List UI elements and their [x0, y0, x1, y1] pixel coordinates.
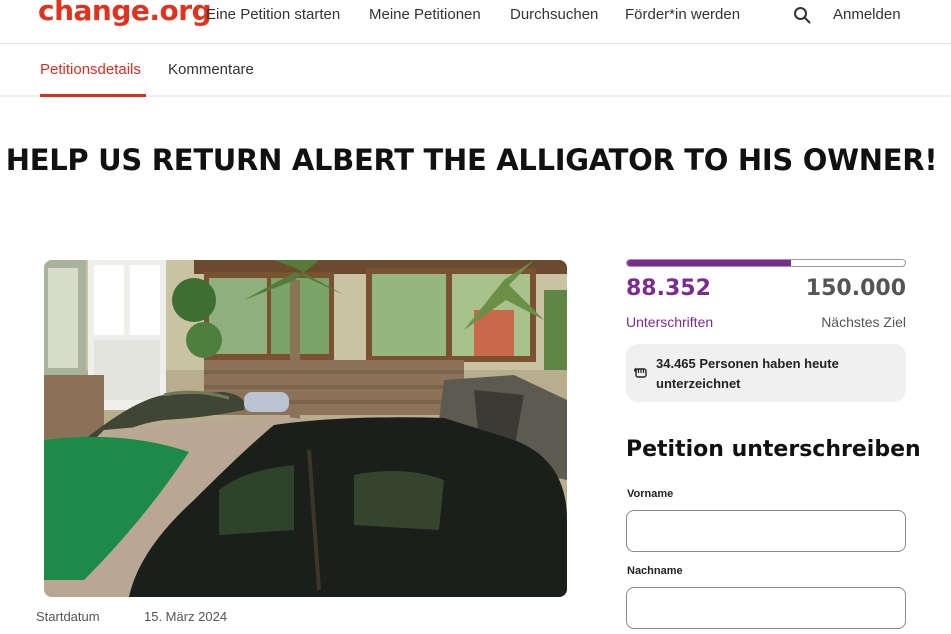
last-name-field[interactable] — [626, 587, 906, 629]
change-org-logo[interactable]: change.org — [38, 0, 212, 27]
fist-icon — [634, 367, 647, 378]
first-name-field[interactable] — [626, 510, 906, 552]
sign-petition-heading: Petition unterschreiben — [626, 437, 921, 462]
tab-petition-details[interactable]: Petitionsdetails — [40, 61, 141, 78]
signature-count-label: Unterschriften — [626, 314, 714, 330]
start-date-value: 15. März 2024 — [144, 609, 228, 624]
tab-comments[interactable]: Kommentare — [168, 61, 254, 78]
search-icon[interactable] — [793, 6, 811, 24]
signature-count: 88.352 — [626, 276, 711, 301]
last-name-label: Nachname — [627, 565, 683, 577]
first-name-label: Vorname — [627, 488, 674, 500]
petition-tabs: Petitionsdetails Kommentare — [0, 44, 951, 97]
today-signers-text: 34.465 Personen haben heute unterzeichne… — [656, 356, 839, 391]
nav-start-petition[interactable]: Eine Petition starten — [206, 6, 340, 23]
goal-label: Nächstes Ziel — [821, 314, 906, 330]
goal-count: 150.000 — [805, 276, 906, 301]
nav-browse[interactable]: Durchsuchen — [510, 6, 598, 23]
petition-title: HELP US RETURN ALBERT THE ALLIGATOR TO H… — [5, 143, 938, 177]
signature-progress-fill — [627, 260, 791, 266]
signature-progress-bar — [626, 259, 906, 267]
login-link[interactable]: Anmelden — [833, 6, 901, 23]
active-tab-indicator — [40, 94, 146, 97]
nav-my-petitions[interactable]: Meine Petitionen — [369, 6, 481, 23]
start-date-label: Startdatum — [36, 609, 100, 624]
today-signers-banner: 34.465 Personen haben heute unterzeichne… — [626, 344, 906, 402]
top-navigation: change.org Eine Petition starten Meine P… — [0, 0, 951, 44]
petition-photo — [44, 260, 567, 597]
nav-become-supporter[interactable]: Förder*in werden — [625, 6, 740, 23]
